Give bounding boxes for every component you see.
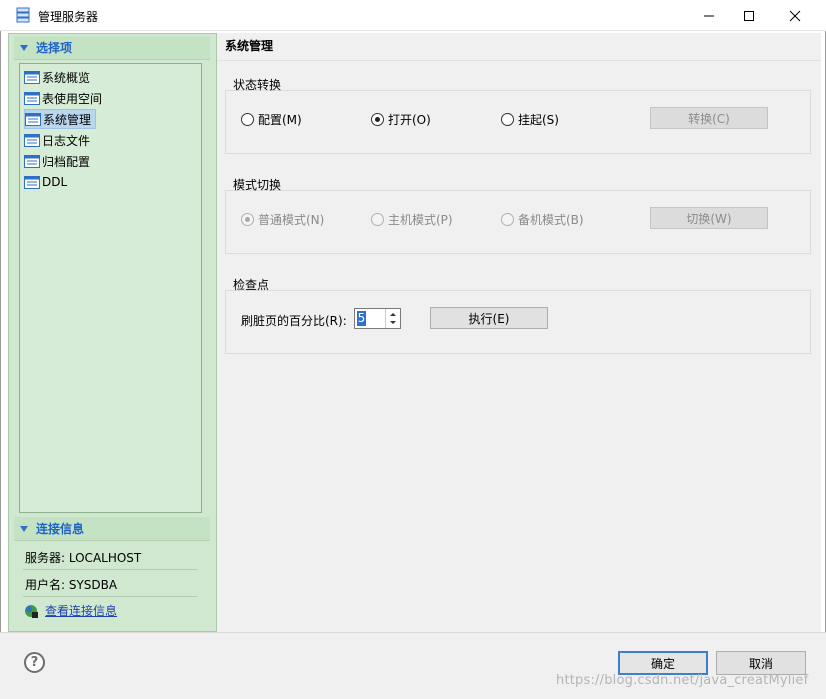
left-panel: 选择项 系统概览 表使用空间 系统管理 日志文件 归档配置 DDL 连接信息 服… — [8, 33, 217, 632]
divider — [23, 596, 197, 597]
dirty-page-label: 刷脏页的百分比(R): — [241, 314, 347, 328]
close-button[interactable] — [772, 0, 818, 31]
view-connection-link[interactable]: 查看连接信息 — [23, 602, 117, 619]
watermark: https://blog.csdn.net/java_creatMylief — [556, 673, 809, 688]
checkpoint-group-title: 检查点 — [233, 278, 270, 292]
ok-button[interactable]: 确定 — [618, 651, 708, 675]
nav-item-system-management[interactable]: 系统管理 — [24, 109, 97, 129]
radio-label: 挂起(S) — [518, 113, 559, 127]
nav-item-archive-config[interactable]: 归档配置 — [24, 151, 94, 171]
cancel-button[interactable]: 取消 — [716, 651, 806, 675]
collapse-triangle-icon — [20, 44, 28, 51]
mode-group-title: 模式切换 — [233, 178, 282, 192]
radio-circle — [371, 213, 384, 226]
list-icon — [25, 112, 41, 126]
radio-normal-mode[interactable]: 普通模式(N) — [241, 211, 324, 228]
list-icon — [24, 70, 40, 84]
window-frame-left — [0, 31, 1, 699]
divider — [23, 569, 197, 570]
maximize-button[interactable] — [726, 0, 772, 31]
percent-value[interactable]: 5 — [357, 311, 366, 326]
close-icon — [789, 10, 801, 21]
title-bar: 管理服务器 — [0, 0, 826, 31]
page-title: 系统管理 — [225, 39, 274, 53]
selection-header[interactable]: 选择项 — [14, 36, 210, 60]
view-connection-link-label[interactable]: 查看连接信息 — [45, 602, 117, 619]
list-icon — [24, 175, 40, 189]
collapse-triangle-icon — [20, 525, 28, 532]
stepper-down-icon[interactable] — [390, 321, 396, 324]
nav-item-label: 归档配置 — [42, 154, 91, 169]
nav-item-label: DDL — [42, 175, 68, 189]
radio-circle — [501, 113, 514, 126]
divider — [217, 60, 821, 61]
connection-info-icon — [25, 604, 38, 618]
user-info: 用户名: SYSDBA — [25, 578, 118, 592]
radio-open[interactable]: 打开(O) — [371, 111, 431, 128]
radio-suspend[interactable]: 挂起(S) — [501, 111, 559, 128]
radio-config[interactable]: 配置(M) — [241, 111, 302, 128]
footer-bar: ? 确定 取消 https://blog.csdn.net/java_creat… — [0, 632, 826, 699]
nav-item-label: 日志文件 — [42, 133, 91, 148]
stepper-arrows[interactable] — [385, 309, 400, 328]
state-group-title: 状态转换 — [233, 78, 282, 92]
execute-button[interactable]: 执行(E) — [430, 307, 548, 329]
switch-button[interactable]: 切换(W) — [650, 207, 768, 229]
list-icon — [24, 154, 40, 168]
selection-header-label: 选择项 — [36, 41, 73, 55]
convert-button[interactable]: 转换(C) — [650, 107, 768, 129]
radio-label: 配置(M) — [258, 113, 302, 127]
nav-item-table-space[interactable]: 表使用空间 — [24, 88, 106, 108]
nav-item-ddl[interactable]: DDL — [24, 172, 71, 192]
list-icon — [24, 133, 40, 147]
radio-standby-mode[interactable]: 备机模式(B) — [501, 211, 584, 228]
percent-stepper[interactable]: 5 — [354, 308, 401, 329]
nav-item-log-files[interactable]: 日志文件 — [24, 130, 94, 150]
content-panel: 系统管理 状态转换 配置(M) 打开(O) 挂起(S) 转换(C) 模式切换 普… — [217, 33, 821, 632]
help-icon[interactable]: ? — [24, 652, 45, 673]
nav-item-label: 系统概览 — [42, 70, 91, 85]
radio-label: 备机模式(B) — [518, 213, 584, 227]
radio-label: 打开(O) — [388, 113, 431, 127]
stepper-up-icon[interactable] — [390, 313, 396, 316]
radio-circle-selected — [241, 213, 254, 226]
radio-label: 主机模式(P) — [388, 213, 453, 227]
radio-primary-mode[interactable]: 主机模式(P) — [371, 211, 453, 228]
list-icon — [24, 91, 40, 105]
radio-circle — [501, 213, 514, 226]
radio-label: 普通模式(N) — [258, 213, 325, 227]
radio-circle — [241, 113, 254, 126]
nav-item-label: 表使用空间 — [42, 91, 103, 106]
server-info: 服务器: LOCALHOST — [25, 551, 142, 565]
maximize-icon — [744, 10, 754, 21]
nav-item-system-overview[interactable]: 系统概览 — [24, 67, 94, 87]
nav-list: 系统概览 表使用空间 系统管理 日志文件 归档配置 DDL — [19, 63, 202, 513]
connection-header[interactable]: 连接信息 — [14, 517, 210, 541]
server-icon — [16, 7, 30, 23]
nav-item-label: 系统管理 — [43, 112, 92, 127]
window-title: 管理服务器 — [38, 10, 99, 24]
minimize-icon — [704, 15, 714, 16]
connection-header-label: 连接信息 — [36, 522, 85, 536]
radio-circle-selected — [371, 113, 384, 126]
